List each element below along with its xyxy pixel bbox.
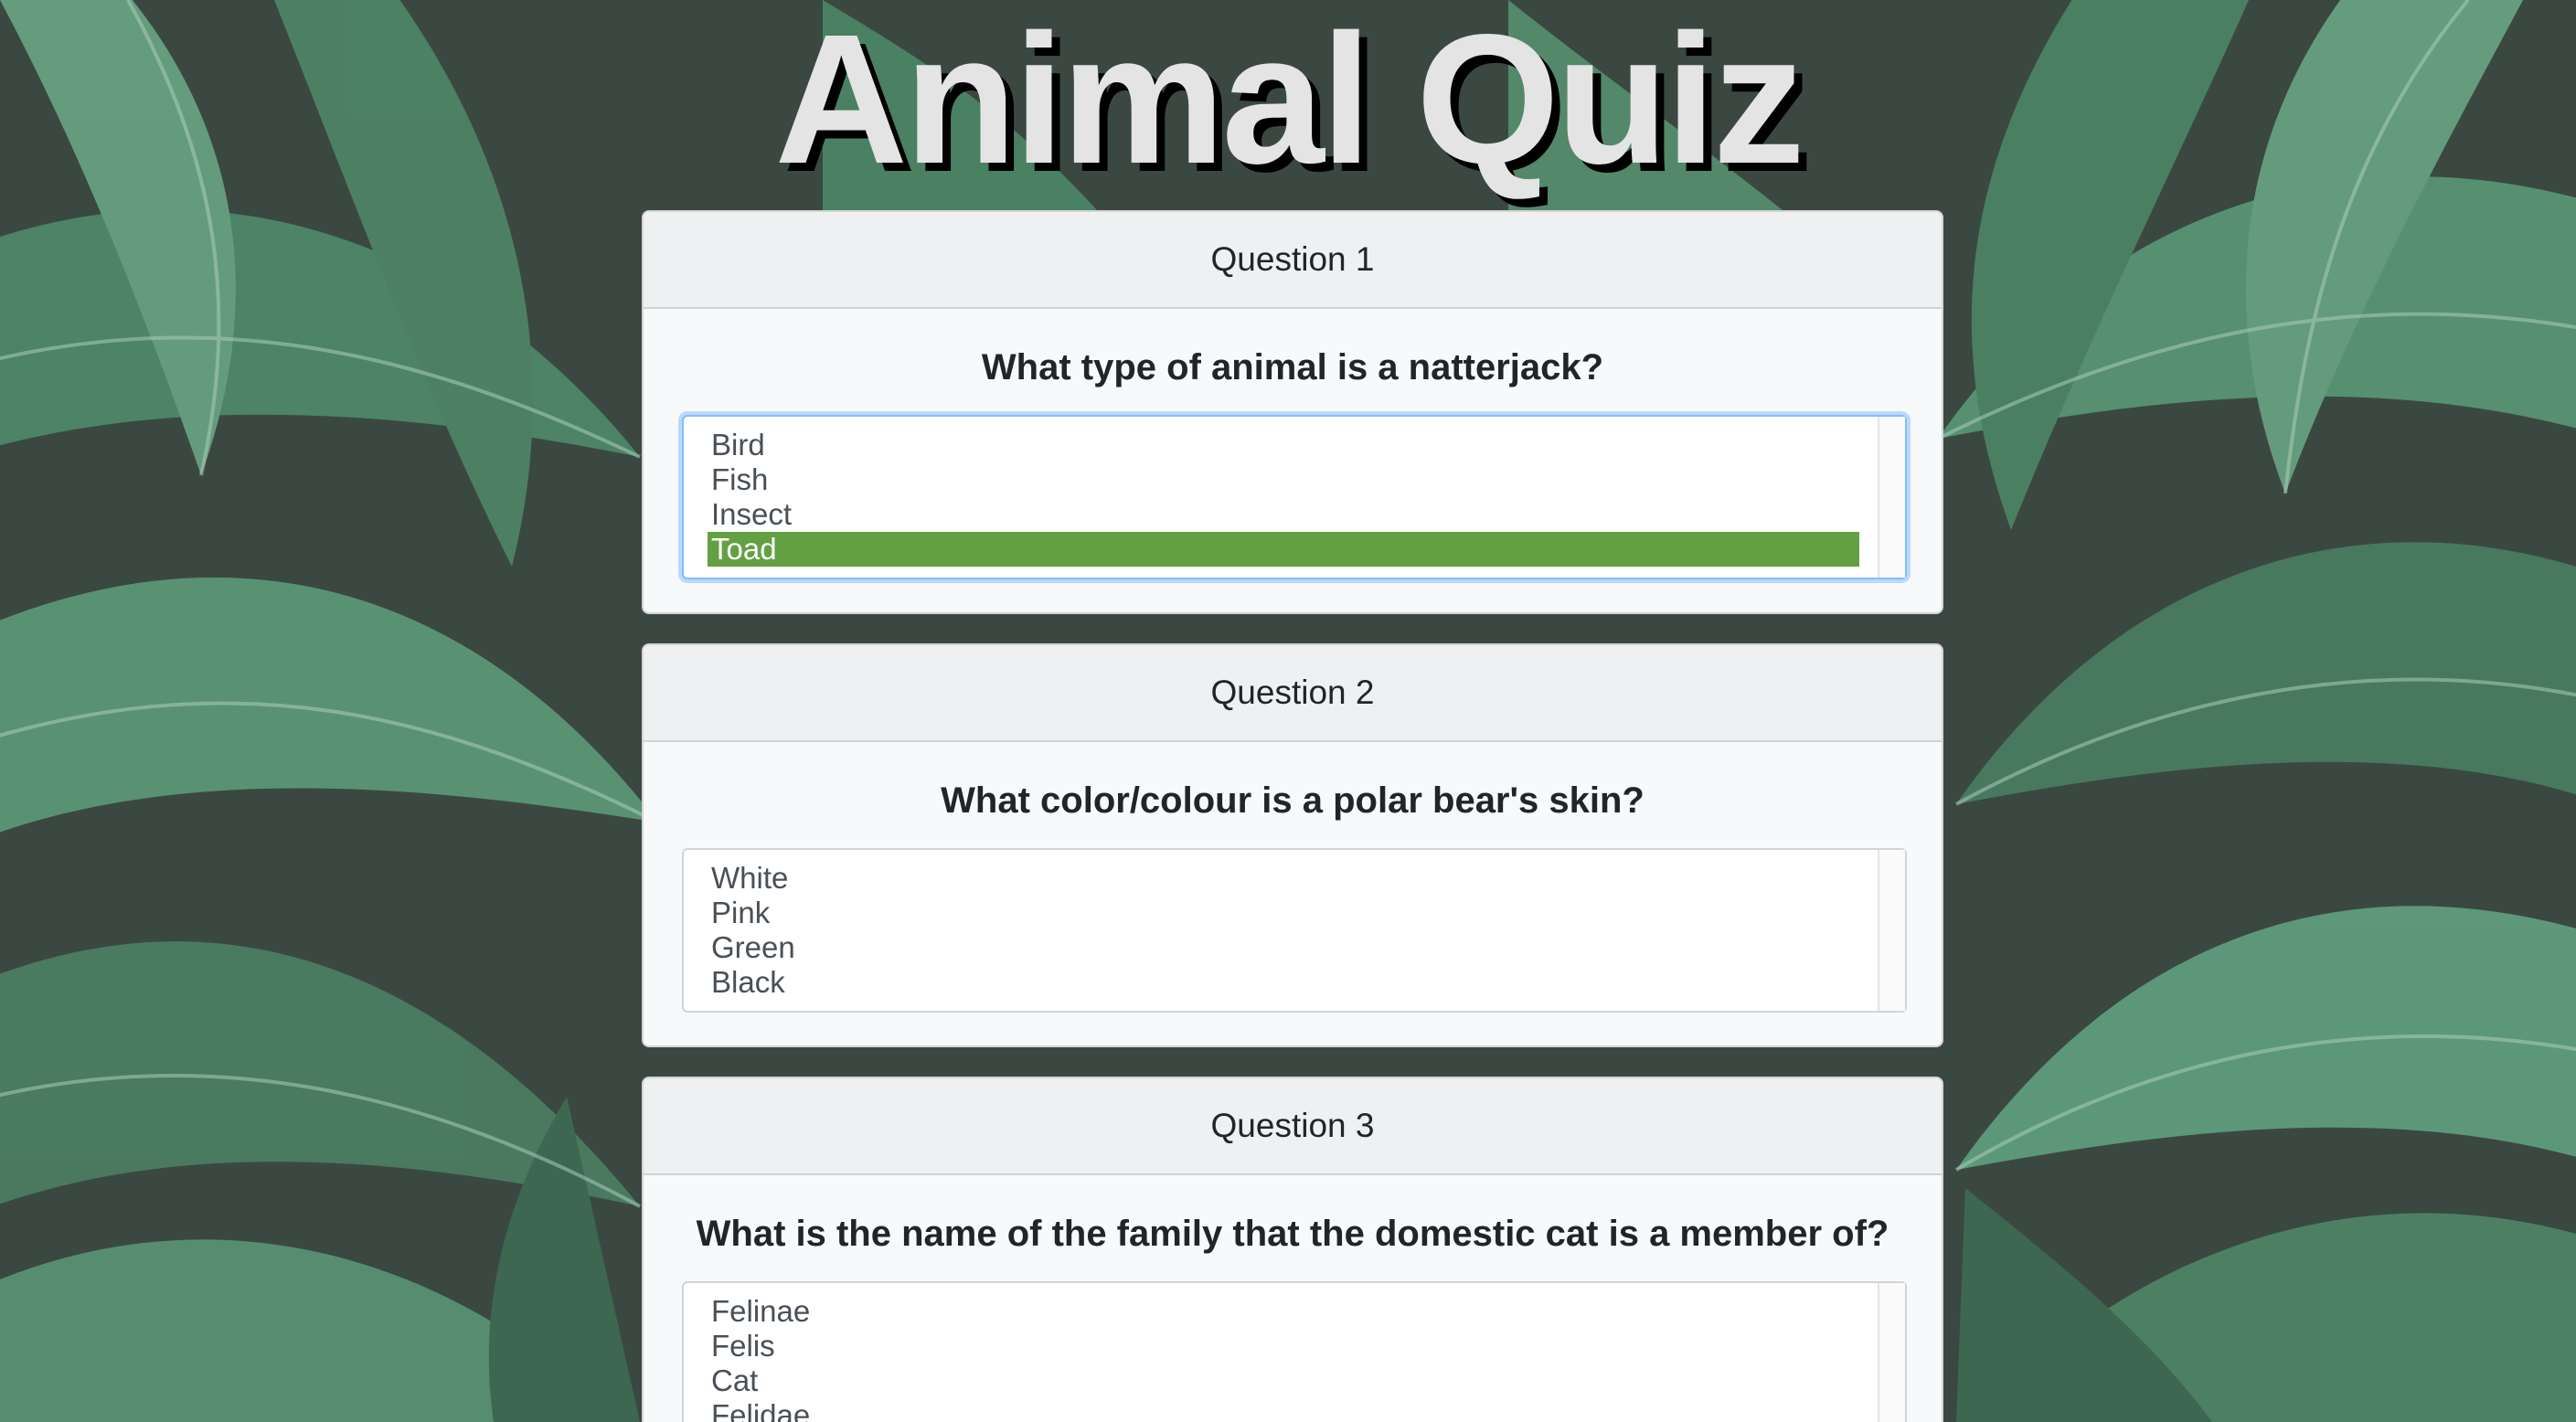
answer-option-toad[interactable]: Toad xyxy=(708,532,1859,567)
answer-option-felidae[interactable]: Felidae xyxy=(708,1398,1859,1422)
question-text: What color/colour is a polar bear's skin… xyxy=(941,780,1645,821)
answer-option-white[interactable]: White xyxy=(708,861,1859,896)
answer-option-green[interactable]: Green xyxy=(708,930,1859,965)
answer-select-2[interactable]: White Pink Green Black xyxy=(682,848,1907,1013)
answer-option-felinae[interactable]: Felinae xyxy=(708,1294,1859,1329)
answer-option-pink[interactable]: Pink xyxy=(708,896,1859,930)
question-card-3: Question 3 What is the name of the famil… xyxy=(642,1077,1943,1422)
page-title: Animal Quiz xyxy=(774,0,1804,202)
answer-option-black[interactable]: Black xyxy=(708,965,1859,1000)
question-card-1: Question 1 What type of animal is a natt… xyxy=(642,210,1943,614)
scrollbar[interactable] xyxy=(1878,417,1905,578)
answer-select-3[interactable]: Felinae Felis Cat Felidae xyxy=(682,1281,1907,1422)
question-header: Question 3 xyxy=(644,1078,1942,1175)
question-text: What is the name of the family that the … xyxy=(696,1213,1889,1254)
answer-select-1[interactable]: Bird Fish Insect Toad xyxy=(682,415,1907,579)
question-header: Question 1 xyxy=(644,212,1942,309)
question-card-2: Question 2 What color/colour is a polar … xyxy=(642,643,1943,1047)
answer-option-bird[interactable]: Bird xyxy=(708,428,1859,462)
scrollbar[interactable] xyxy=(1878,1283,1905,1422)
answer-option-fish[interactable]: Fish xyxy=(708,462,1859,497)
question-text: What type of animal is a natterjack? xyxy=(981,346,1604,387)
answer-option-cat[interactable]: Cat xyxy=(708,1364,1859,1398)
answer-option-felis[interactable]: Felis xyxy=(708,1329,1859,1364)
question-header: Question 2 xyxy=(644,645,1942,742)
scrollbar[interactable] xyxy=(1878,850,1905,1011)
answer-option-insect[interactable]: Insect xyxy=(708,497,1859,532)
